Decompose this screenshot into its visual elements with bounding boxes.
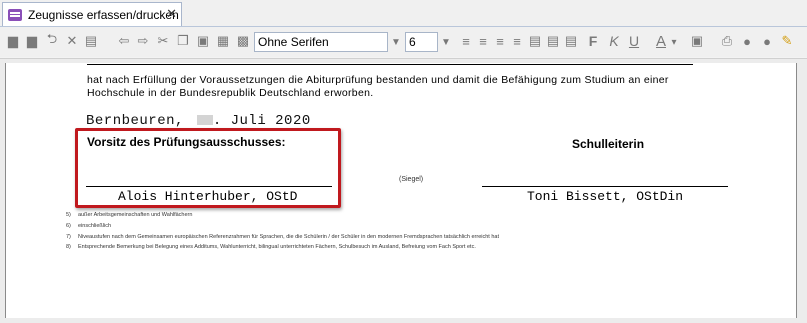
print-preview-icon[interactable]: ▤ xyxy=(83,33,99,49)
divider xyxy=(87,64,693,65)
print-icon[interactable]: ⎙ xyxy=(719,33,735,49)
intro-text: hat nach Erfüllung der Voraussetzungen d… xyxy=(87,74,669,99)
align-right-icon[interactable]: ≡ xyxy=(492,33,508,49)
zoom-icon[interactable]: ▣ xyxy=(689,33,705,49)
close-icon[interactable]: ✕ xyxy=(166,6,177,22)
chevron-down-icon[interactable]: ▾ xyxy=(670,32,678,52)
align-center-icon[interactable]: ≡ xyxy=(475,33,491,49)
footnote: 8) Entsprechende Bemerkung bei Belegung e… xyxy=(66,244,476,250)
undo-icon[interactable]: ⮌ xyxy=(44,31,60,49)
underline-button[interactable]: U xyxy=(626,33,642,49)
tab-bar: Zeugnisse erfassen/drucken ✕ xyxy=(0,0,807,27)
tab-zeugnisse[interactable]: Zeugnisse erfassen/drucken ✕ xyxy=(2,2,182,26)
chevron-down-icon[interactable]: ▼ xyxy=(439,32,453,52)
vertical-scrollbar[interactable] xyxy=(798,59,807,323)
highlight-box xyxy=(75,128,341,208)
redacted-day xyxy=(196,115,213,126)
footnote: 7) Niveaustufen nach dem Gemeinsamen euro… xyxy=(66,234,499,240)
font-color-button[interactable]: A xyxy=(653,33,669,50)
italic-button[interactable]: K xyxy=(606,33,622,49)
save-icon[interactable]: ▆ xyxy=(5,33,21,49)
arrow-left-icon[interactable]: ⇦ xyxy=(116,33,132,49)
insert-table-icon[interactable]: ▩ xyxy=(235,33,251,49)
chevron-down-icon[interactable]: ▼ xyxy=(389,32,403,52)
arrow-right-icon[interactable]: ⇨ xyxy=(135,33,151,49)
principal-name: Toni Bissett, OStDin xyxy=(527,189,684,204)
save-all-icon[interactable]: ▆ xyxy=(24,33,40,49)
principal-label: Schulleiterin xyxy=(572,137,645,151)
date-line: Bernbeuren, . Juli 2020 xyxy=(86,113,311,129)
delete-icon[interactable]: ✕ xyxy=(64,33,80,49)
tab-label: Zeugnisse erfassen/drucken xyxy=(28,7,179,22)
font-name-select[interactable]: Ohne Serifen xyxy=(254,32,388,52)
outdent-icon[interactable]: ▤ xyxy=(545,33,561,49)
document-editor[interactable]: hat nach Erfüllung der Voraussetzungen d… xyxy=(0,58,807,323)
font-size-select[interactable]: 6 xyxy=(405,32,438,52)
document-page[interactable]: hat nach Erfüllung der Voraussetzungen d… xyxy=(5,63,797,318)
copy-icon[interactable]: ❐ xyxy=(175,33,191,49)
principal-signature-line xyxy=(482,186,728,187)
justify-icon[interactable]: ≡ xyxy=(509,33,525,49)
paragraph-icon[interactable]: ▤ xyxy=(563,33,579,49)
insert-field-icon[interactable]: ▦ xyxy=(215,33,231,49)
preview-icon[interactable]: ● xyxy=(739,33,755,49)
footnote: 6) einschließlich xyxy=(66,223,112,229)
seal-label: (Siegel) xyxy=(399,176,424,183)
footnote: 5) außer Arbeitsgemeinschaften und Wahlfä… xyxy=(66,212,193,218)
brush-icon[interactable]: ✎ xyxy=(779,33,795,49)
document-icon xyxy=(8,8,22,21)
toolbar: ▆ ▆ ⮌ ✕ ▤ ⇦ ⇨ ✂ ❐ ▣ ▦ ▩ Ohne Serifen ▼ 6… xyxy=(0,27,807,57)
cut-icon[interactable]: ✂ xyxy=(155,33,171,49)
settings-icon[interactable]: ● xyxy=(759,33,775,49)
bold-button[interactable]: F xyxy=(585,33,601,49)
indent-icon[interactable]: ▤ xyxy=(527,33,543,49)
paste-icon[interactable]: ▣ xyxy=(195,33,211,49)
align-left-icon[interactable]: ≡ xyxy=(458,33,474,49)
